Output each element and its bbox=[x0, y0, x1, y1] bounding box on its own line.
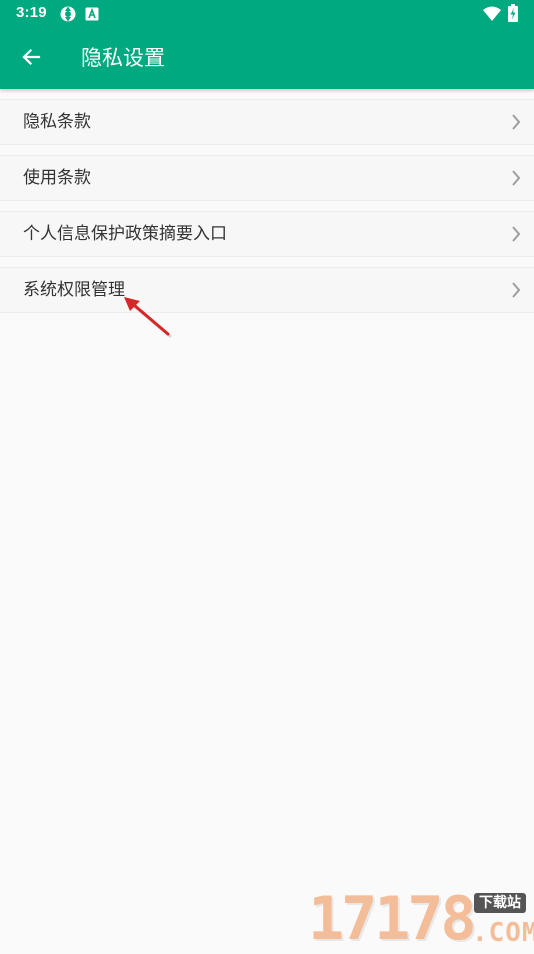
menu-item-label: 隐私条款 bbox=[23, 112, 91, 132]
back-button[interactable] bbox=[10, 38, 52, 80]
battery-charging-icon bbox=[508, 4, 518, 26]
settings-menu-list: 隐私条款 使用条款 个人信息保护政策摘要入口 系统权限管理 bbox=[0, 89, 534, 313]
arrow-left-icon bbox=[21, 47, 41, 71]
app-bar: 隐私设置 bbox=[0, 28, 534, 89]
menu-item-privacy-terms[interactable]: 隐私条款 bbox=[0, 99, 534, 145]
menu-item-label: 个人信息保护政策摘要入口 bbox=[23, 224, 227, 244]
menu-item-system-permissions[interactable]: 系统权限管理 bbox=[0, 267, 534, 313]
chevron-right-icon bbox=[511, 225, 521, 247]
watermark-badge: 下载站 bbox=[474, 893, 526, 913]
chevron-right-icon bbox=[511, 113, 521, 135]
status-time: 3:19 bbox=[16, 4, 47, 21]
menu-item-privacy-policy-summary[interactable]: 个人信息保护政策摘要入口 bbox=[0, 211, 534, 257]
sync-icon bbox=[59, 5, 77, 27]
menu-item-terms-of-use[interactable]: 使用条款 bbox=[0, 155, 534, 201]
watermark-logo: 17178 下载站 .COM bbox=[308, 889, 534, 950]
app-notification-icon bbox=[85, 6, 99, 25]
menu-item-label: 使用条款 bbox=[23, 168, 91, 188]
wifi-icon bbox=[483, 6, 501, 25]
menu-item-label: 系统权限管理 bbox=[23, 280, 125, 300]
annotation-arrow bbox=[118, 292, 178, 344]
status-bar: 3:19 bbox=[0, 0, 534, 28]
chevron-right-icon bbox=[511, 281, 521, 303]
chevron-right-icon bbox=[511, 169, 521, 191]
page-title: 隐私设置 bbox=[81, 46, 165, 70]
watermark-suffix: .COM bbox=[472, 918, 534, 948]
watermark-digits: 17178 bbox=[308, 884, 477, 954]
